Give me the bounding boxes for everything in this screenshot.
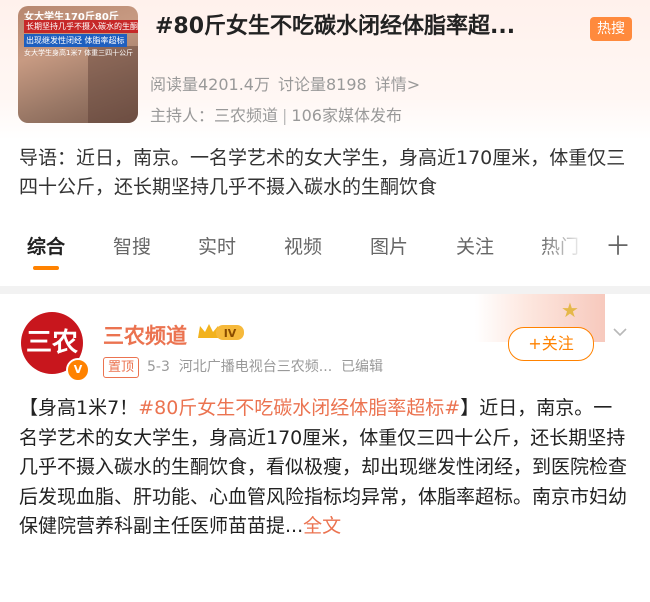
plus-icon[interactable]: ＋ [605, 226, 631, 263]
topic-intro: 导语：近日，南京。一名学艺术的女大学生，身高近170厘米，体重仅三四十公斤，还长… [19, 147, 626, 198]
detail-link[interactable]: 详情> [375, 75, 420, 94]
thumbnail-caption: 长期坚持几乎不摄入碳水的生酮饮食 [24, 20, 138, 33]
post-date: 5-3 [147, 359, 170, 375]
host-line: 主持人：三农频道 | 106家媒体发布 [150, 106, 402, 125]
topic-hashtag-link[interactable]: #80斤女生不吃碳水闭经体脂率超标# [138, 397, 460, 419]
verified-icon: V [66, 358, 90, 382]
post-source: 河北广播电视台三农频... [178, 359, 333, 375]
tab-following[interactable]: 关注 [456, 232, 494, 259]
discuss-count: 讨论量8198 [278, 75, 367, 94]
tab-images[interactable]: 图片 [370, 232, 408, 259]
post-meta: 置顶 5-3 河北广播电视台三农频... 已编辑 [103, 356, 383, 378]
active-tab-indicator [33, 266, 59, 270]
read-count: 阅读量4201.4万 [150, 75, 270, 94]
thumbnail-caption: 女大学生身高1米7 体重三四十公斤 [24, 49, 134, 57]
edited-label: 已编辑 [341, 359, 384, 375]
pinned-badge: 置顶 [103, 357, 140, 378]
media-count: 106家媒体发布 [291, 106, 402, 125]
section-divider [0, 286, 650, 294]
tab-fade [540, 228, 604, 264]
host-label[interactable]: 主持人：三农频道 [150, 106, 278, 125]
topic-stats: 阅读量4201.4万 讨论量8198 详情> [150, 71, 420, 95]
level-label: IV [224, 327, 237, 340]
author-name[interactable]: 三农频道 [103, 320, 187, 350]
topic-header: 女大学生170斤80斤 长期坚持几乎不摄入碳水的生酮饮食 出现继发性闭经 体脂率… [0, 0, 650, 140]
thumbnail-caption: 出现继发性闭经 体脂率超标 [24, 34, 127, 47]
topic-thumbnail[interactable]: 女大学生170斤80斤 长期坚持几乎不摄入碳水的生酮饮食 出现继发性闭经 体脂率… [18, 6, 138, 123]
full-text-link[interactable]: 全文 [303, 515, 341, 537]
tab-video[interactable]: 视频 [284, 232, 322, 259]
hot-badge: 热搜 [590, 17, 632, 41]
post-body-prefix: 【身高1米7！ [19, 397, 139, 419]
post-card: ★ 三农 V 三农频道 IV 置顶 5-3 河北广播电视台三农频... 已编辑 +… [0, 294, 650, 602]
follow-button[interactable]: +关注 [508, 327, 594, 361]
tab-realtime[interactable]: 实时 [198, 232, 236, 259]
crown-icon: IV [198, 324, 244, 340]
topic-title[interactable]: #80斤女生不吃碳水闭经体脂率超... [155, 8, 575, 40]
tab-smart-search[interactable]: 智搜 [113, 232, 151, 259]
tab-comprehensive[interactable]: 综合 [27, 232, 65, 259]
star-icon: ★ [561, 298, 579, 322]
post-body: 【身高1米7！#80斤女生不吃碳水闭经体脂率超标#】近日，南京。一名学艺术的女大… [19, 394, 631, 542]
chevron-down-icon[interactable] [612, 324, 628, 340]
